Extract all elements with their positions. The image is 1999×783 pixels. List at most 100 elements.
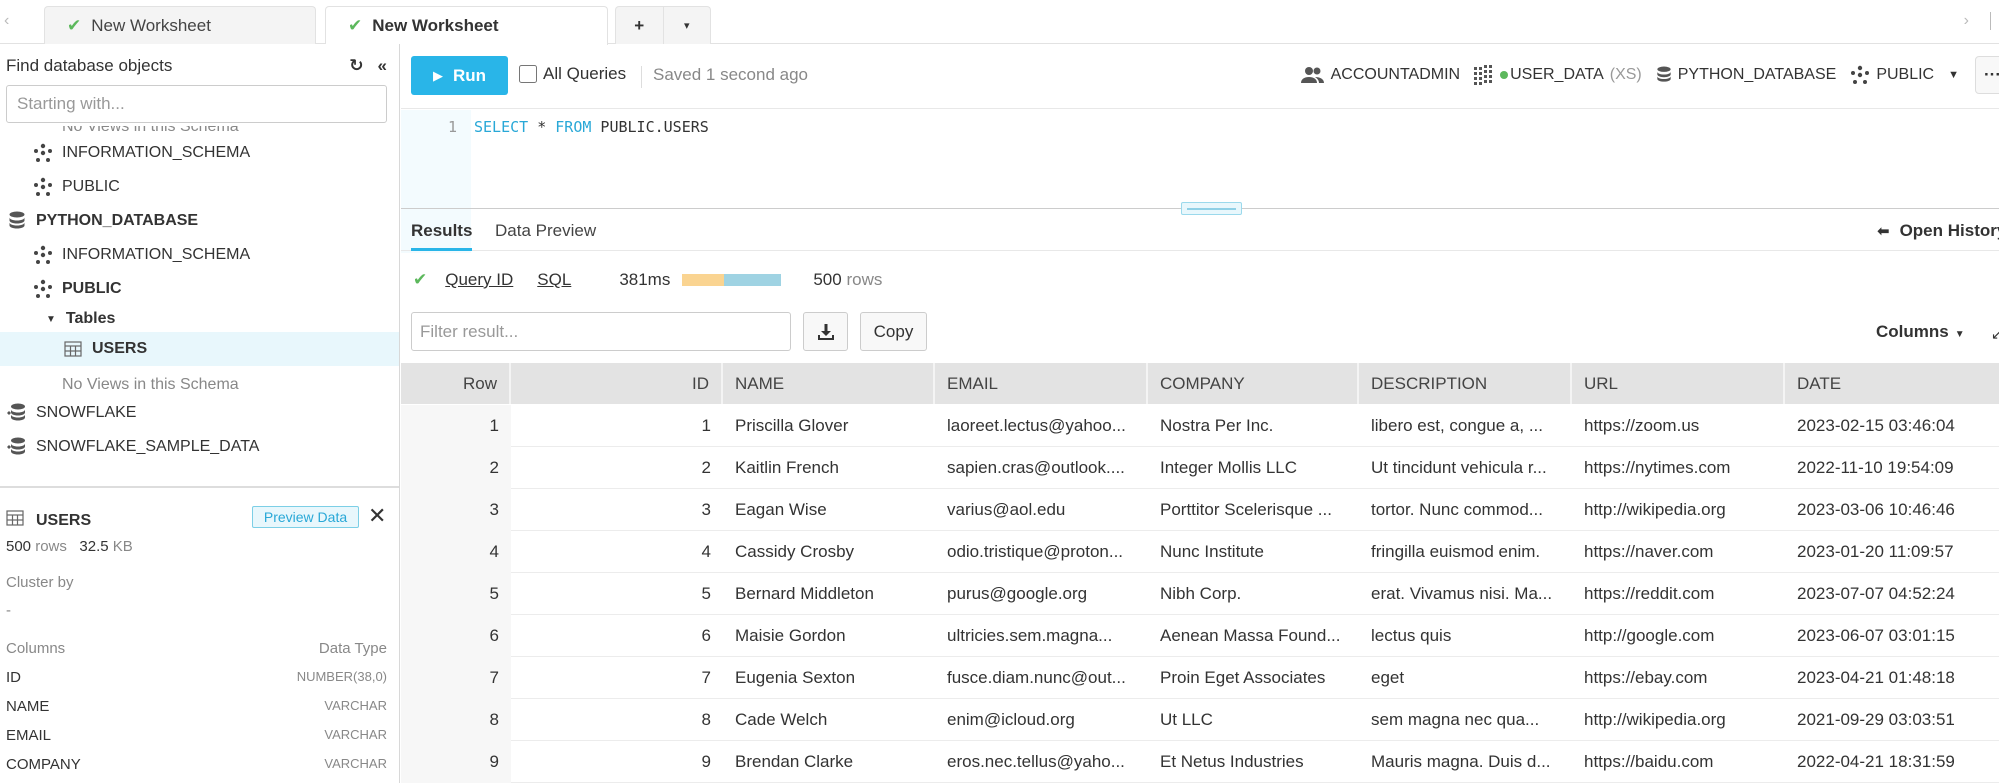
cell-date[interactable]: 2023-06-07 03:01:15	[1785, 615, 1999, 657]
columns-menu-button[interactable]: Columns ▼	[1876, 322, 1965, 342]
code-line[interactable]: SELECT * FROM PUBLIC.USERS	[474, 118, 709, 136]
open-history-button[interactable]: ⬅ Open History	[1877, 221, 1999, 241]
cell-company[interactable]: Nunc Institute	[1148, 531, 1359, 573]
table-row[interactable]: 7 7 Eugenia Sexton fusce.diam.nunc@out... Pr…	[401, 657, 1999, 699]
cell-url[interactable]: https://baidu.com	[1572, 741, 1785, 783]
cell-description[interactable]: Ut tincidunt vehicula r...	[1359, 447, 1572, 489]
column-header-url[interactable]: URL	[1572, 363, 1785, 404]
tree-item-information-schema[interactable]: INFORMATION_SCHEMA	[0, 238, 399, 272]
column-header-company[interactable]: COMPANY	[1148, 363, 1359, 404]
cell-url[interactable]: http://wikipedia.org	[1572, 699, 1785, 741]
close-icon[interactable]: ✕	[368, 503, 386, 529]
copy-button[interactable]: Copy	[860, 312, 927, 351]
cell-url[interactable]: https://zoom.us	[1572, 405, 1785, 447]
table-row[interactable]: 1 1 Priscilla Glover laoreet.lectus@yahoo..…	[401, 405, 1999, 447]
cell-company[interactable]: Nibh Corp.	[1148, 573, 1359, 615]
cell-description[interactable]: lectus quis	[1359, 615, 1572, 657]
cell-email[interactable]: purus@google.org	[935, 573, 1148, 615]
tree-item-information-schema[interactable]: INFORMATION_SCHEMA	[0, 136, 399, 170]
object-search-input[interactable]	[6, 85, 387, 123]
cell-email[interactable]: sapien.cras@outlook....	[935, 447, 1148, 489]
warehouse-selector[interactable]: USER_DATA (XS)	[1474, 65, 1642, 85]
cell-url[interactable]: https://naver.com	[1572, 531, 1785, 573]
cell-id[interactable]: 4	[511, 531, 723, 573]
tree-item-python-database[interactable]: PYTHON_DATABASE	[0, 204, 399, 238]
tree-item-snowflake[interactable]: SNOWFLAKE	[0, 396, 399, 430]
table-row[interactable]: 9 9 Brendan Clarke eros.nec.tellus@yaho... E…	[401, 741, 1999, 783]
cell-id[interactable]: 9	[511, 741, 723, 783]
expand-icon[interactable]: ↙	[1991, 326, 1999, 343]
cell-url[interactable]: https://nytimes.com	[1572, 447, 1785, 489]
cell-id[interactable]: 3	[511, 489, 723, 531]
refresh-icon[interactable]: ↻	[349, 56, 363, 76]
table-row[interactable]: 8 8 Cade Welch enim@icloud.org Ut LLC sem mag…	[401, 699, 1999, 741]
preview-data-button[interactable]: Preview Data	[252, 506, 359, 528]
scroll-tabs-right-button[interactable]: ›	[1964, 12, 1969, 30]
cell-description[interactable]: erat. Vivamus nisi. Ma...	[1359, 573, 1572, 615]
cell-email[interactable]: eros.nec.tellus@yaho...	[935, 741, 1148, 783]
cell-email[interactable]: laoreet.lectus@yahoo...	[935, 405, 1148, 447]
cell-description[interactable]: tortor. Nunc commod...	[1359, 489, 1572, 531]
tab-data-preview[interactable]: Data Preview	[495, 221, 596, 241]
cell-row-number[interactable]: 7	[401, 657, 511, 699]
cell-description[interactable]: Mauris magna. Duis d...	[1359, 741, 1572, 783]
table-row[interactable]: 2 2 Kaitlin French sapien.cras@outlook.... I…	[401, 447, 1999, 489]
tree-item-public[interactable]: PUBLIC	[0, 170, 399, 204]
run-button[interactable]: ▶ Run	[411, 56, 508, 95]
column-header-id[interactable]: ID	[511, 363, 723, 404]
column-header-name[interactable]: NAME	[723, 363, 935, 404]
table-row[interactable]: 6 6 Maisie Gordon ultricies.sem.magna... Aen…	[401, 615, 1999, 657]
cell-url[interactable]: http://google.com	[1572, 615, 1785, 657]
column-header-description[interactable]: DESCRIPTION	[1359, 363, 1572, 404]
new-worksheet-button[interactable]: +	[616, 7, 663, 44]
panel-resize-divider[interactable]	[0, 486, 399, 488]
cell-company[interactable]: Ut LLC	[1148, 699, 1359, 741]
cell-row-number[interactable]: 4	[401, 531, 511, 573]
all-queries-toggle[interactable]	[519, 65, 537, 83]
tree-item-tables[interactable]: ▼ Tables	[0, 302, 399, 336]
table-row[interactable]: 4 4 Cassidy Crosby odio.tristique@proton...…	[401, 531, 1999, 573]
cell-name[interactable]: Bernard Middleton	[723, 573, 935, 615]
query-id-link[interactable]: Query ID	[445, 270, 513, 290]
cell-company[interactable]: Integer Mollis LLC	[1148, 447, 1359, 489]
cell-id[interactable]: 7	[511, 657, 723, 699]
cell-row-number[interactable]: 3	[401, 489, 511, 531]
cell-date[interactable]: 2022-11-10 19:54:09	[1785, 447, 1999, 489]
cell-url[interactable]: https://reddit.com	[1572, 573, 1785, 615]
cell-company[interactable]: Porttitor Scelerisque ...	[1148, 489, 1359, 531]
scroll-tabs-left-button[interactable]: ‹	[4, 12, 9, 30]
worksheet-menu-button[interactable]: ▾	[662, 7, 711, 44]
table-row[interactable]: 5 5 Bernard Middleton purus@google.org Nibh …	[401, 573, 1999, 615]
cell-name[interactable]: Brendan Clarke	[723, 741, 935, 783]
cell-email[interactable]: enim@icloud.org	[935, 699, 1148, 741]
cell-date[interactable]: 2021-09-29 03:03:51	[1785, 699, 1999, 741]
cell-name[interactable]: Cassidy Crosby	[723, 531, 935, 573]
cell-name[interactable]: Maisie Gordon	[723, 615, 935, 657]
cell-company[interactable]: Nostra Per Inc.	[1148, 405, 1359, 447]
cell-name[interactable]: Eugenia Sexton	[723, 657, 935, 699]
tree-item-snowflake-sample-data[interactable]: SNOWFLAKE_SAMPLE_DATA	[0, 430, 399, 464]
cell-row-number[interactable]: 1	[401, 405, 511, 447]
role-selector[interactable]: ACCOUNTADMIN	[1300, 66, 1460, 84]
cell-date[interactable]: 2023-02-15 03:46:04	[1785, 405, 1999, 447]
cell-row-number[interactable]: 2	[401, 447, 511, 489]
download-button[interactable]	[803, 312, 848, 351]
all-queries-checkbox[interactable]: All Queries	[519, 64, 626, 84]
collapse-panel-icon[interactable]: «	[378, 56, 387, 76]
query-duration-bar[interactable]	[682, 274, 782, 286]
database-selector[interactable]: PYTHON_DATABASE	[1656, 65, 1836, 85]
column-header-date[interactable]: DATE	[1785, 363, 1999, 404]
cell-name[interactable]: Priscilla Glover	[723, 405, 935, 447]
tree-item-users-table[interactable]: USERS	[0, 332, 399, 366]
cell-row-number[interactable]: 8	[401, 699, 511, 741]
cell-date[interactable]: 2023-01-20 11:09:57	[1785, 531, 1999, 573]
schema-selector[interactable]: PUBLIC ▼	[1850, 65, 1959, 85]
cell-description[interactable]: libero est, congue a, ...	[1359, 405, 1572, 447]
cell-date[interactable]: 2022-04-21 18:31:59	[1785, 741, 1999, 783]
cell-email[interactable]: odio.tristique@proton...	[935, 531, 1148, 573]
cell-id[interactable]: 2	[511, 447, 723, 489]
cell-company[interactable]: Proin Eget Associates	[1148, 657, 1359, 699]
cell-company[interactable]: Et Netus Industries	[1148, 741, 1359, 783]
table-row[interactable]: 3 3 Eagan Wise varius@aol.edu Porttitor Scel…	[401, 489, 1999, 531]
cell-description[interactable]: eget	[1359, 657, 1572, 699]
